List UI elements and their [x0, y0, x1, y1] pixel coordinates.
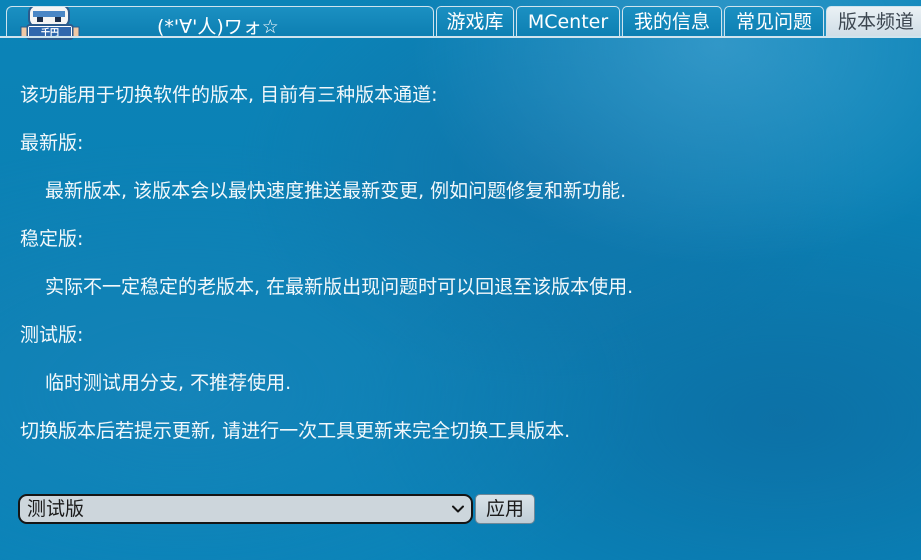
mascot-icon: 千円: [20, 7, 80, 40]
intro-text: 该功能用于切换软件的版本, 目前有三种版本通道:: [20, 84, 438, 106]
app-title: (*'∀'人)ワォ☆: [157, 16, 279, 38]
channel-name-test: 测试版:: [20, 324, 84, 346]
tab-my-info[interactable]: 我的信息: [622, 6, 722, 37]
tab-game-library[interactable]: 游戏库: [436, 6, 514, 37]
channel-desc-latest: 最新版本, 该版本会以最快速度推送最新变更, 例如问题修复和新功能.: [45, 180, 627, 202]
header-divider: [0, 36, 921, 38]
tab-version-channel[interactable]: 版本频道: [826, 6, 921, 37]
chevron-down-icon: [452, 505, 464, 513]
version-select-value: 测试版: [27, 498, 85, 520]
apply-button[interactable]: 应用: [475, 494, 535, 524]
tab-faq[interactable]: 常见问题: [724, 6, 824, 37]
header: 千円 (*'∀'人)ワォ☆ 游戏库 MCenter 我的信息 常见问题 版本频道: [0, 0, 921, 40]
title-tab: 千円 (*'∀'人)ワォ☆: [6, 6, 434, 40]
tab-mcenter[interactable]: MCenter: [516, 6, 620, 37]
channel-name-stable: 稳定版:: [20, 228, 84, 250]
channel-desc-stable: 实际不一定稳定的老版本, 在最新版出现问题时可以回退至该版本使用.: [45, 276, 634, 298]
version-select[interactable]: 测试版: [18, 494, 473, 524]
channel-name-latest: 最新版:: [20, 132, 84, 154]
channel-desc-test: 临时测试用分支, 不推荐使用.: [45, 372, 292, 394]
footer-note: 切换版本后若提示更新, 请进行一次工具更新来完全切换工具版本.: [20, 420, 571, 442]
